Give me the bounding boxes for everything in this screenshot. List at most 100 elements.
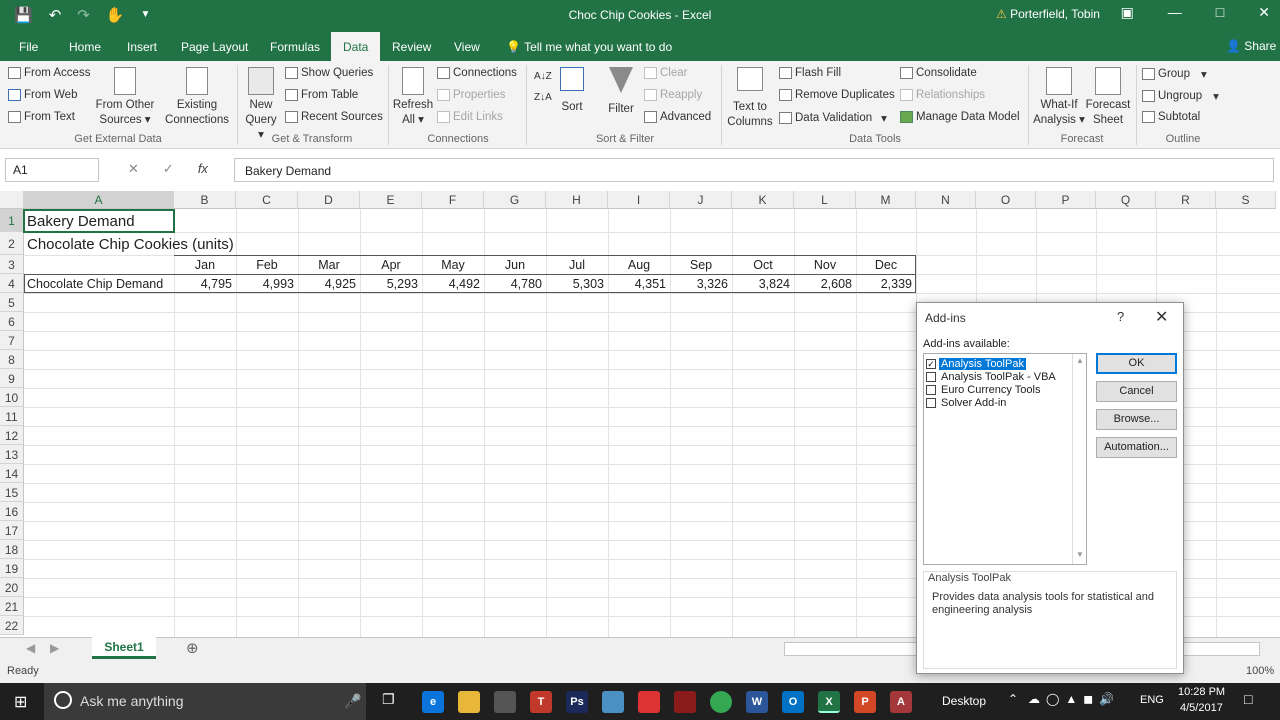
- consolidate-button[interactable]: Consolidate: [900, 67, 977, 79]
- automation-button[interactable]: Automation...: [1096, 437, 1177, 458]
- add-in-item-solver[interactable]: Solver Add-in: [926, 396, 1070, 409]
- tab-insert[interactable]: Insert: [127, 40, 157, 54]
- edit-links-button[interactable]: Edit Links: [437, 111, 503, 123]
- row-header[interactable]: 5: [0, 293, 24, 312]
- ungroup-button[interactable]: Ungroup ▾: [1142, 89, 1219, 103]
- column-header-c[interactable]: C: [236, 191, 298, 209]
- edge-icon[interactable]: e: [422, 691, 444, 713]
- row-header[interactable]: 20: [0, 578, 24, 597]
- from-table-button[interactable]: From Table: [285, 89, 358, 101]
- file-explorer-icon[interactable]: [458, 691, 480, 713]
- add-in-item-analysis-toolpak-vba[interactable]: Analysis ToolPak - VBA: [926, 370, 1070, 383]
- row-header[interactable]: 3: [0, 255, 24, 274]
- column-header-r[interactable]: R: [1156, 191, 1216, 209]
- row-header[interactable]: 2: [0, 232, 24, 255]
- language-indicator[interactable]: ENG: [1140, 694, 1164, 706]
- cell-a4[interactable]: Chocolate Chip Demand: [27, 277, 163, 291]
- app-q-icon[interactable]: [674, 691, 696, 713]
- column-header-a[interactable]: A: [24, 191, 174, 209]
- add-in-checkbox[interactable]: [926, 384, 936, 395]
- add-in-checkbox[interactable]: [926, 371, 936, 382]
- powerpoint-icon[interactable]: P: [854, 691, 876, 713]
- month-header[interactable]: Oct: [732, 258, 794, 272]
- demand-value[interactable]: 4,492: [422, 277, 480, 291]
- column-header-s[interactable]: S: [1216, 191, 1276, 209]
- task-view-icon[interactable]: ❐: [382, 691, 395, 708]
- demand-value[interactable]: 4,780: [484, 277, 542, 291]
- scroll-down-icon[interactable]: ▼: [1076, 550, 1084, 559]
- column-header-j[interactable]: J: [670, 191, 732, 209]
- tab-review[interactable]: Review: [392, 40, 431, 54]
- month-header[interactable]: Mar: [298, 258, 360, 272]
- demand-value[interactable]: 4,351: [608, 277, 666, 291]
- tab-formulas[interactable]: Formulas: [270, 40, 320, 54]
- share-button[interactable]: 👤 Share: [1226, 39, 1276, 53]
- column-header-m[interactable]: M: [856, 191, 916, 209]
- app-window-icon[interactable]: [602, 691, 624, 713]
- text-to-columns-button[interactable]: Text to Columns: [726, 67, 774, 130]
- from-other-sources-button[interactable]: From Other Sources ▾: [94, 67, 156, 128]
- month-header[interactable]: Apr: [360, 258, 422, 272]
- cancel-x-icon[interactable]: ✕: [128, 161, 139, 177]
- cell-a1[interactable]: Bakery Demand: [27, 213, 135, 230]
- from-web-button[interactable]: From Web: [8, 89, 77, 101]
- relationships-button[interactable]: Relationships: [900, 89, 985, 101]
- add-in-item-analysis-toolpak[interactable]: ✓ Analysis ToolPak: [926, 357, 1070, 370]
- row-header[interactable]: 15: [0, 483, 24, 502]
- clock-time[interactable]: 10:28 PM: [1178, 686, 1225, 698]
- cancel-button[interactable]: Cancel: [1096, 381, 1177, 402]
- month-header[interactable]: Nov: [794, 258, 856, 272]
- demand-value[interactable]: 2,608: [794, 277, 852, 291]
- flash-fill-button[interactable]: Flash Fill: [779, 67, 841, 79]
- remove-duplicates-button[interactable]: Remove Duplicates: [779, 89, 895, 101]
- connections-button[interactable]: Connections: [437, 67, 517, 79]
- demand-value[interactable]: 4,993: [236, 277, 294, 291]
- what-if-analysis-button[interactable]: What-If Analysis ▾: [1032, 67, 1086, 128]
- column-header-l[interactable]: L: [794, 191, 856, 209]
- column-header-h[interactable]: H: [546, 191, 608, 209]
- month-header[interactable]: Jun: [484, 258, 546, 272]
- tell-me-box[interactable]: 💡 Tell me what you want to do: [506, 40, 672, 54]
- browse-button[interactable]: Browse...: [1096, 409, 1177, 430]
- enter-check-icon[interactable]: ✓: [163, 161, 174, 177]
- column-header-g[interactable]: G: [484, 191, 546, 209]
- row-header[interactable]: 22: [0, 616, 24, 635]
- column-header-f[interactable]: F: [422, 191, 484, 209]
- word-icon[interactable]: W: [746, 691, 768, 713]
- row-header[interactable]: 9: [0, 369, 24, 388]
- sort-z-to-a-icon[interactable]: Z↓A: [534, 92, 552, 103]
- notification-icon[interactable]: □: [1244, 691, 1252, 707]
- month-header[interactable]: Dec: [856, 258, 916, 272]
- add-ins-listbox[interactable]: ✓ Analysis ToolPak Analysis ToolPak - VB…: [923, 353, 1087, 565]
- close-icon[interactable]: ✕: [1258, 4, 1270, 21]
- access-icon[interactable]: A: [890, 691, 912, 713]
- minimize-icon[interactable]: —: [1168, 4, 1182, 21]
- select-all-corner[interactable]: [0, 191, 24, 209]
- sort-a-to-z-icon[interactable]: A↓Z: [534, 71, 552, 82]
- refresh-all-button[interactable]: Refresh All ▾: [392, 67, 434, 128]
- month-header[interactable]: Aug: [608, 258, 670, 272]
- tab-data[interactable]: Data: [331, 32, 381, 61]
- properties-button[interactable]: Properties: [437, 89, 505, 101]
- new-sheet-icon[interactable]: ⊕: [186, 639, 199, 657]
- row-header[interactable]: 4: [0, 274, 24, 293]
- acrobat-icon[interactable]: [638, 691, 660, 713]
- demand-value[interactable]: 4,795: [174, 277, 232, 291]
- demand-value[interactable]: 5,303: [546, 277, 604, 291]
- column-header-n[interactable]: N: [916, 191, 976, 209]
- reapply-button[interactable]: Reapply: [644, 89, 702, 101]
- subtotal-button[interactable]: Subtotal: [1142, 111, 1200, 123]
- row-header[interactable]: 10: [0, 388, 24, 407]
- help-icon[interactable]: ?: [1117, 309, 1124, 324]
- month-header[interactable]: Jul: [546, 258, 608, 272]
- row-header[interactable]: 11: [0, 407, 24, 426]
- app-t-icon[interactable]: T: [530, 691, 552, 713]
- user-account[interactable]: ⚠ Porterfield, Tobin: [996, 7, 1100, 21]
- row-header[interactable]: 19: [0, 559, 24, 578]
- filter-button[interactable]: Filter: [604, 67, 638, 117]
- column-header-b[interactable]: B: [174, 191, 236, 209]
- insert-function-icon[interactable]: fx: [198, 161, 208, 177]
- zoom-level[interactable]: 100%: [1246, 665, 1274, 677]
- sheet-tab-sheet1[interactable]: Sheet1: [92, 637, 156, 659]
- tab-home[interactable]: Home: [69, 40, 101, 54]
